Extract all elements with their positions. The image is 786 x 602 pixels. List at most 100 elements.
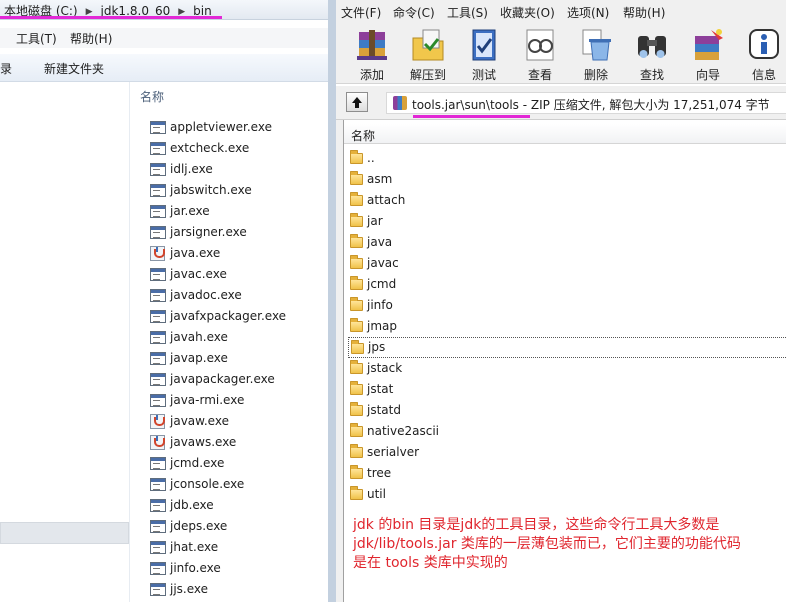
file-name: appletviewer.exe xyxy=(170,120,272,134)
file-item[interactable]: jconsole.exe xyxy=(150,474,286,495)
menu-tools[interactable]: 工具(S) xyxy=(447,4,488,21)
file-item[interactable]: javap.exe xyxy=(150,348,286,369)
column-header[interactable]: 名称 xyxy=(344,124,786,144)
folder-item[interactable]: serialver xyxy=(348,442,786,463)
column-header-name[interactable]: 名称 xyxy=(351,127,375,144)
file-name: jconsole.exe xyxy=(170,477,245,491)
file-item[interactable]: javadoc.exe xyxy=(150,285,286,306)
folder-item[interactable]: javac xyxy=(348,253,786,274)
exe-icon xyxy=(150,205,166,218)
file-item[interactable]: jarsigner.exe xyxy=(150,222,286,243)
file-item[interactable]: java.exe xyxy=(150,243,286,264)
file-item[interactable]: javapackager.exe xyxy=(150,369,286,390)
file-item[interactable]: javafxpackager.exe xyxy=(150,306,286,327)
menu-file[interactable]: 文件(F) xyxy=(341,4,381,21)
organize-button[interactable]: 组录 xyxy=(0,60,12,77)
file-item[interactable]: jdeps.exe xyxy=(150,516,286,537)
exe-icon xyxy=(150,394,166,407)
extract-to-button[interactable]: 解压到 xyxy=(400,22,456,84)
folder-item[interactable]: jstatd xyxy=(348,400,786,421)
menu-help[interactable]: 帮助(H) xyxy=(623,4,665,21)
file-name: javaws.exe xyxy=(170,435,237,449)
new-folder-button[interactable]: 新建文件夹 xyxy=(44,60,104,77)
find-button[interactable]: 查找 xyxy=(624,22,680,84)
navigation-pane[interactable] xyxy=(0,82,130,602)
file-item[interactable]: jar.exe xyxy=(150,201,286,222)
file-item[interactable]: java-rmi.exe xyxy=(150,390,286,411)
exe-icon xyxy=(150,121,166,134)
file-item[interactable]: javaws.exe xyxy=(150,432,286,453)
file-name: jabswitch.exe xyxy=(170,183,252,197)
folder-item[interactable]: util xyxy=(348,484,786,505)
menu-favorites[interactable]: 收藏夹(O) xyxy=(500,4,555,21)
folder-item[interactable]: jstat xyxy=(348,379,786,400)
file-item[interactable]: jabswitch.exe xyxy=(150,180,286,201)
exe-icon xyxy=(150,373,166,386)
file-item[interactable]: idlj.exe xyxy=(150,159,286,180)
folder-item[interactable]: jcmd xyxy=(348,274,786,295)
file-item[interactable]: javah.exe xyxy=(150,327,286,348)
menu-tools[interactable]: 工具(T) xyxy=(16,30,57,47)
folder-name: jar xyxy=(367,214,383,228)
file-item[interactable]: javac.exe xyxy=(150,264,286,285)
folder-icon xyxy=(350,192,363,206)
folder-item[interactable]: jinfo xyxy=(348,295,786,316)
folder-icon xyxy=(351,340,364,354)
file-name: idlj.exe xyxy=(170,162,213,176)
file-name: javapackager.exe xyxy=(170,372,275,386)
folder-item[interactable]: jstack xyxy=(348,358,786,379)
file-item[interactable]: jjs.exe xyxy=(150,579,286,600)
file-name: extcheck.exe xyxy=(170,141,250,155)
exe-icon xyxy=(150,268,166,281)
folder-item-selected[interactable]: jps xyxy=(348,337,786,358)
file-item[interactable]: jinfo.exe xyxy=(150,558,286,579)
address-bar[interactable]: 本地磁盘 (C:) ▶ jdk1.8.0_60 ▶ bin xyxy=(0,0,328,20)
info-icon xyxy=(749,29,779,59)
menu-commands[interactable]: 命令(C) xyxy=(393,4,435,21)
file-item[interactable]: javaw.exe xyxy=(150,411,286,432)
file-name: java.exe xyxy=(170,246,221,260)
file-item[interactable]: jhat.exe xyxy=(150,537,286,558)
exe-icon xyxy=(150,541,166,554)
wizard-button[interactable]: 向导 xyxy=(680,22,736,84)
column-header-name[interactable]: 名称 xyxy=(140,88,164,105)
folder-item[interactable]: .. xyxy=(348,148,786,169)
winrar-window: 文件(F) 命令(C) 工具(S) 收藏夹(O) 选项(N) 帮助(H) 添加 … xyxy=(328,0,786,602)
file-item[interactable]: jcmd.exe xyxy=(150,453,286,474)
left-panel-edge xyxy=(336,120,344,602)
test-button[interactable]: 测试 xyxy=(456,22,512,84)
info-button[interactable]: 信息 xyxy=(736,22,786,84)
folder-name: jps xyxy=(368,340,386,354)
folder-name: tree xyxy=(367,466,392,480)
menu-help[interactable]: 帮助(H) xyxy=(70,30,112,47)
file-item[interactable]: extcheck.exe xyxy=(150,138,286,159)
folder-item[interactable]: jmap xyxy=(348,316,786,337)
up-one-level-button[interactable] xyxy=(346,92,368,112)
folder-item[interactable]: java xyxy=(348,232,786,253)
menu-options[interactable]: 选项(N) xyxy=(567,4,609,21)
exe-icon xyxy=(150,520,166,533)
folder-icon xyxy=(350,360,363,374)
folder-item[interactable]: jar xyxy=(348,211,786,232)
explorer-menubar: 工具(T) 帮助(H) xyxy=(0,28,328,48)
test-label: 测试 xyxy=(471,68,496,82)
archive-path-field[interactable]: tools.jar\sun\tools - ZIP 压缩文件, 解包大小为 17… xyxy=(386,92,786,114)
folder-item[interactable]: attach xyxy=(348,190,786,211)
file-name: jcmd.exe xyxy=(170,456,225,470)
find-label: 查找 xyxy=(639,68,664,82)
add-button[interactable]: 添加 xyxy=(344,22,400,84)
exe-icon xyxy=(150,142,166,155)
test-icon xyxy=(472,29,496,61)
folder-icon xyxy=(350,255,363,269)
add-archive-icon xyxy=(357,30,387,60)
view-label: 查看 xyxy=(527,68,552,82)
file-item[interactable]: appletviewer.exe xyxy=(150,117,286,138)
folder-item[interactable]: tree xyxy=(348,463,786,484)
folder-item[interactable]: asm xyxy=(348,169,786,190)
view-button[interactable]: 查看 xyxy=(512,22,568,84)
delete-button[interactable]: 删除 xyxy=(568,22,624,84)
exe-icon xyxy=(150,457,166,470)
file-item[interactable]: jdb.exe xyxy=(150,495,286,516)
nav-selected-item[interactable] xyxy=(0,522,129,544)
folder-item[interactable]: native2ascii xyxy=(348,421,786,442)
